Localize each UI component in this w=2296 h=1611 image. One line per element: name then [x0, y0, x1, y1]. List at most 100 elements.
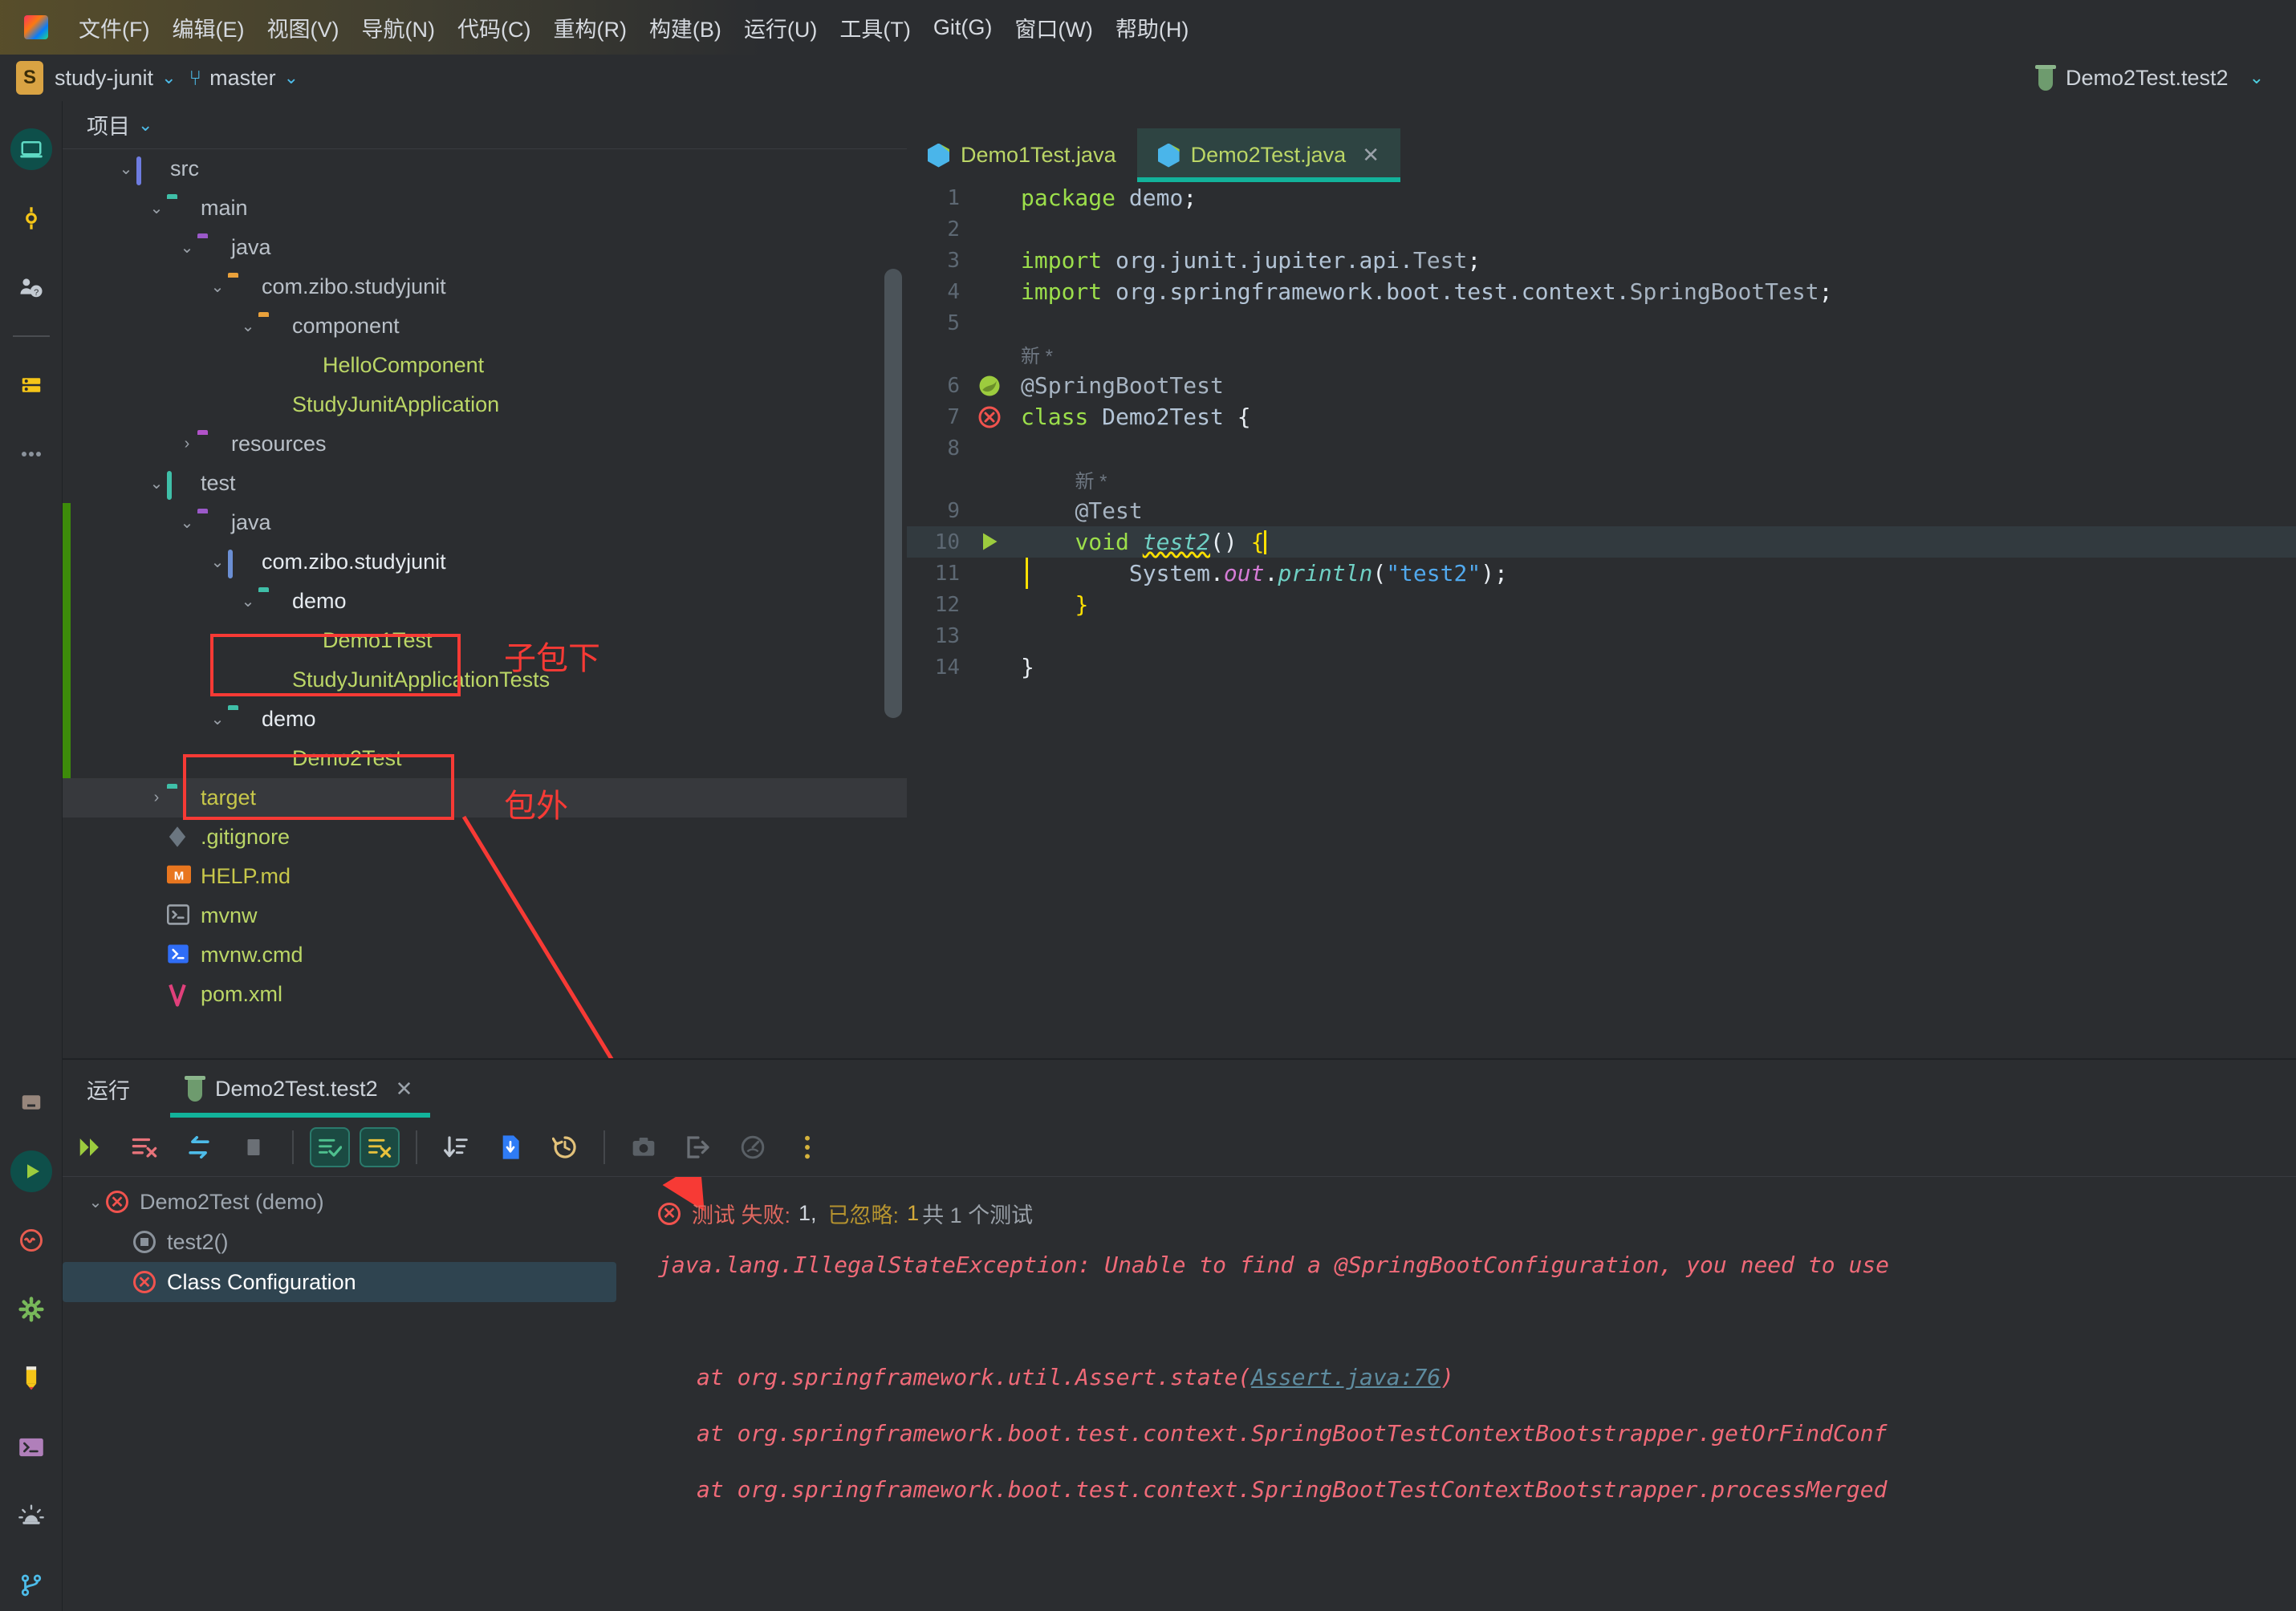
editor-line-2[interactable]: 2	[907, 213, 2296, 245]
sidebar-item-git[interactable]	[10, 1564, 52, 1606]
editor-line-3[interactable]: 3 import org.junit.jupiter.api.Test;	[907, 245, 2296, 276]
sidebar-item-terminal[interactable]	[10, 1426, 52, 1468]
tree-expand-arrow[interactable]: ⌄	[177, 237, 197, 258]
gutter-error-icon[interactable]	[977, 405, 1002, 429]
menu-refactor[interactable]: 重构(R)	[542, 9, 637, 47]
editor-gutter[interactable]: 10	[907, 526, 1013, 558]
editor-tab-demo2test[interactable]: Demo2Test.java ✕	[1136, 128, 1401, 182]
test-tree-item-demo2test-demo-[interactable]: ⌄ ✕ Demo2Test (demo)	[63, 1182, 640, 1222]
editor-line-11[interactable]: 11 System.out.println("test2");	[907, 558, 2296, 589]
tree-item-demo[interactable]: ⌄ demo	[63, 582, 907, 621]
test-console-output[interactable]: java.lang.IllegalStateException: Unable …	[658, 1252, 2296, 1611]
gutter-spring-icon[interactable]	[977, 374, 1002, 398]
stacktrace-link[interactable]: Assert.java:76	[1251, 1364, 1441, 1390]
menu-view[interactable]: 视图(V)	[255, 9, 350, 47]
menu-code[interactable]: 代码(C)	[446, 9, 542, 47]
export-test-results-button[interactable]	[488, 1125, 533, 1170]
tree-item-src[interactable]: ⌄ src	[63, 149, 907, 189]
tree-item-studyjunitapplication[interactable]: StudyJunitApplication	[63, 385, 907, 424]
tree-item-component[interactable]: ⌄ component	[63, 306, 907, 346]
sidebar-item-project[interactable]	[10, 128, 52, 170]
tree-item-java[interactable]: ⌄ java	[63, 503, 907, 542]
run-configuration-selector[interactable]: Demo2Test.test2 ⌄	[2034, 55, 2277, 101]
tree-expand-arrow[interactable]: ⌄	[146, 198, 167, 218]
screenshot-button[interactable]	[621, 1125, 666, 1170]
tree-item-resources[interactable]: › resources	[63, 424, 907, 464]
menu-window[interactable]: 窗口(W)	[1003, 9, 1103, 47]
sidebar-item-commit[interactable]	[10, 197, 52, 239]
sidebar-item-database[interactable]	[10, 364, 52, 406]
menu-build[interactable]: 构建(B)	[638, 9, 733, 47]
editor-gutter[interactable]: 11	[907, 558, 1013, 589]
close-icon[interactable]: ✕	[396, 1077, 413, 1102]
tree-item-hellocomponent[interactable]: HelloComponent	[63, 346, 907, 385]
sidebar-item-pull-requests[interactable]: ?	[10, 266, 52, 308]
tree-item-studyjunitapplicationtests[interactable]: StudyJunitApplicationTests	[63, 660, 907, 700]
menu-tools[interactable]: 工具(T)	[828, 9, 921, 47]
menu-run[interactable]: 运行(U)	[733, 9, 828, 47]
editor-gutter[interactable]: 12	[907, 589, 1013, 620]
editor-gutter[interactable]: 9	[907, 495, 1013, 526]
run-tab-demo2test-test2[interactable]: Demo2Test.test2 ✕	[170, 1060, 431, 1118]
editor-gutter[interactable]	[907, 339, 1013, 370]
editor-gutter[interactable]: 13	[907, 620, 1013, 651]
chevron-down-icon-project[interactable]: ⌄	[138, 115, 152, 136]
editor-line-13[interactable]: 13	[907, 620, 2296, 651]
toggle-auto-test-button[interactable]	[177, 1125, 221, 1170]
editor-line-8[interactable]: 8	[907, 432, 2296, 464]
rerun-failed-tests-button[interactable]	[67, 1125, 112, 1170]
tree-item--gitignore[interactable]: .gitignore	[63, 818, 907, 857]
editor-gutter[interactable]: 6	[907, 370, 1013, 401]
tree-item-mvnw[interactable]: mvnw	[63, 896, 907, 935]
tree-expand-arrow[interactable]: ⌄	[207, 552, 228, 572]
sidebar-item-problems[interactable]	[10, 1219, 52, 1261]
menu-help[interactable]: 帮助(H)	[1104, 9, 1200, 47]
chevron-down-icon-runcfg[interactable]: ⌄	[2249, 67, 2264, 88]
editor-line-4[interactable]: 4 import org.springframework.boot.test.co…	[907, 276, 2296, 307]
editor-line-5[interactable]: 5	[907, 307, 2296, 339]
sidebar-item-more[interactable]	[10, 433, 52, 475]
tree-expand-arrow[interactable]: ⌄	[207, 709, 228, 729]
editor-gutter[interactable]: 1	[907, 182, 1013, 213]
chevron-down-icon[interactable]: ⌄	[161, 67, 176, 88]
tree-item-test[interactable]: ⌄ test	[63, 464, 907, 503]
tree-expand-arrow[interactable]: ⌄	[238, 316, 258, 336]
editor-line-7[interactable]: 7 class Demo2Test {	[907, 401, 2296, 432]
tree-item-mvnw-cmd[interactable]: mvnw.cmd	[63, 935, 907, 975]
tree-expand-arrow[interactable]: ⌄	[116, 159, 136, 179]
tree-expand-arrow[interactable]: ⌄	[238, 591, 258, 611]
project-tree[interactable]: ⌄ src ⌄ main ⌄ java ⌄ com.zibo.studyjunit ⌄ compo…	[63, 149, 907, 1058]
editor-gutter[interactable]: 3	[907, 245, 1013, 276]
sidebar-item-notifications[interactable]	[10, 1495, 52, 1537]
sidebar-item-run[interactable]	[10, 1150, 52, 1192]
tree-item-help-md[interactable]: M HELP.md	[63, 857, 907, 896]
profiler-button[interactable]	[730, 1125, 775, 1170]
tree-expand-arrow[interactable]: ›	[146, 789, 167, 807]
close-icon[interactable]: ✕	[1362, 143, 1380, 168]
tree-item-java[interactable]: ⌄ java	[63, 228, 907, 267]
chevron-down-icon-branch[interactable]: ⌄	[284, 67, 299, 88]
tree-item-com-zibo-studyjunit[interactable]: ⌄ com.zibo.studyjunit	[63, 267, 907, 306]
menu-file[interactable]: 文件(F)	[67, 9, 161, 47]
tree-item-com-zibo-studyjunit[interactable]: ⌄ com.zibo.studyjunit	[63, 542, 907, 582]
tree-item-demo1test[interactable]: Demo1Test	[63, 621, 907, 660]
editor-line-9[interactable]: 9 @Test	[907, 495, 2296, 526]
gutter-run-icon[interactable]	[977, 530, 1002, 554]
editor-line-6[interactable]: 6 @SpringBootTest	[907, 370, 2296, 401]
tree-expand-arrow[interactable]: ⌄	[177, 513, 197, 533]
project-name[interactable]: study-junit	[55, 66, 153, 91]
tree-item-demo2test[interactable]: Demo2Test	[63, 739, 907, 778]
sidebar-item-structure[interactable]	[10, 1081, 52, 1123]
editor-line-hint[interactable]: 新 *	[907, 464, 2296, 495]
editor-gutter[interactable]	[907, 464, 1013, 495]
tree-expand-arrow[interactable]: ›	[177, 435, 197, 453]
show-ignored-button[interactable]	[360, 1126, 400, 1167]
menu-navigate[interactable]: 导航(N)	[350, 9, 445, 47]
editor-tab-demo1test[interactable]: Demo1Test.java	[907, 128, 1137, 182]
editor-line-10[interactable]: 10 void test2() {	[907, 526, 2296, 558]
editor-gutter[interactable]: 4	[907, 276, 1013, 307]
test-results-tree[interactable]: ⌄ ✕ Demo2Test (demo) test2() ✕ Class Configur…	[63, 1182, 640, 1366]
editor-gutter[interactable]: 14	[907, 651, 1013, 683]
tree-item-target[interactable]: › target	[63, 778, 907, 818]
project-tree-scrollbar[interactable]	[884, 269, 902, 718]
